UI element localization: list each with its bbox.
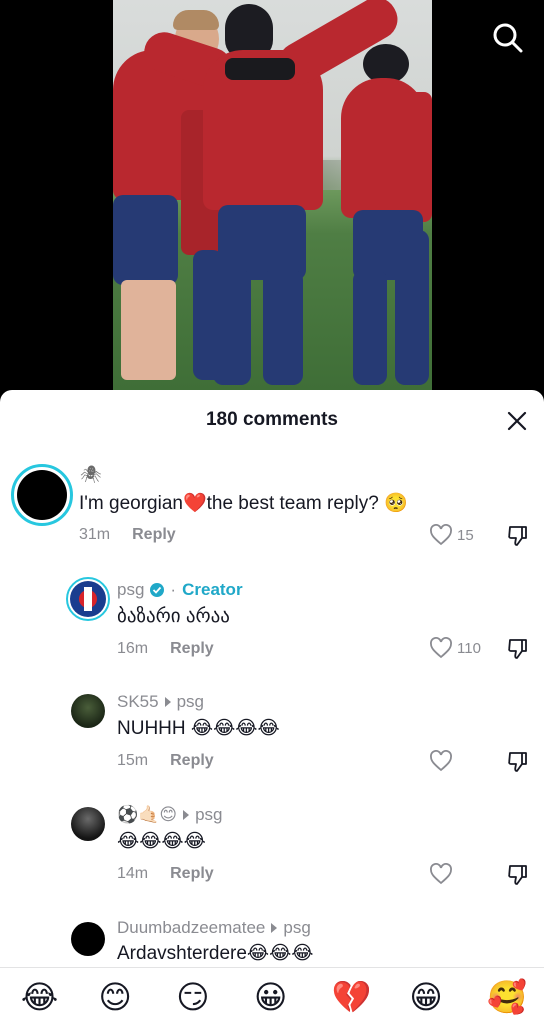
reply-button[interactable]: Reply xyxy=(170,752,214,770)
avatar[interactable] xyxy=(66,577,110,621)
player-figure xyxy=(113,0,432,390)
heart-icon xyxy=(430,750,452,772)
comments-panel: 180 comments 🕷 I'm georgian❤️the best te… xyxy=(0,390,544,1024)
comment-reply-item: psg · Creator ბაზარი არაა 16m Reply 110 xyxy=(0,575,544,675)
video-frame[interactable] xyxy=(113,0,432,390)
comment-text: I'm georgian❤️the best team reply? 🥺 xyxy=(79,493,408,514)
avatar[interactable] xyxy=(71,694,105,728)
reply-button[interactable]: Reply xyxy=(132,526,176,544)
comment-reply-item: Duumbadzeematee psg Ardavshterdere😂😂😂 xyxy=(0,914,544,974)
comment-text: ბაზარი არაა xyxy=(117,606,230,627)
heart-icon xyxy=(430,524,452,546)
reply-button[interactable]: Reply xyxy=(170,640,214,658)
reply-arrow-icon xyxy=(164,697,171,707)
comment-text: Ardavshterdere😂😂😂 xyxy=(117,943,314,964)
comment-username[interactable]: SK55 psg xyxy=(117,692,204,712)
avatar[interactable] xyxy=(71,807,105,841)
thumbs-down-icon[interactable] xyxy=(506,524,530,548)
comment-username[interactable]: psg · Creator xyxy=(117,580,243,600)
verified-icon xyxy=(150,583,165,597)
comments-count: 180 comments xyxy=(205,409,338,430)
comment-meta: 16m Reply xyxy=(117,640,214,658)
reply-arrow-icon xyxy=(183,810,190,820)
comment-item: 🕷 I'm georgian❤️the best team reply? 🥺 3… xyxy=(0,460,544,560)
like-button[interactable] xyxy=(429,750,453,772)
heart-icon xyxy=(430,863,452,885)
video-player[interactable] xyxy=(0,0,544,400)
comment-time: 31m xyxy=(79,526,111,543)
comment-meta: 31m Reply xyxy=(79,526,176,544)
comment-username[interactable]: ⚽🤙🏻😊 psg xyxy=(117,805,222,825)
avatar[interactable] xyxy=(71,922,105,956)
like-button[interactable]: 15 xyxy=(429,524,474,546)
comment-text: 😂😂😂😂 xyxy=(117,831,206,852)
avatar[interactable] xyxy=(11,464,73,526)
comment-time: 16m xyxy=(117,640,149,657)
search-icon[interactable] xyxy=(490,20,526,56)
emoji-smiling-button[interactable]: 😊 xyxy=(97,976,137,1016)
thumbs-down-icon[interactable] xyxy=(506,637,530,661)
emoji-grinning-button[interactable]: 😀 xyxy=(252,976,292,1016)
comment-reply-item: SK55 psg NUHHH 😂😂😂😂 15m Reply xyxy=(0,688,544,788)
emoji-broken-heart-button[interactable]: 💔 xyxy=(330,976,372,1016)
creator-badge: Creator xyxy=(182,580,243,599)
comment-username[interactable]: 🕷 xyxy=(80,465,102,485)
like-count: 110 xyxy=(457,639,481,657)
thumbs-down-icon[interactable] xyxy=(506,750,530,774)
comment-time: 15m xyxy=(117,752,149,769)
close-icon[interactable] xyxy=(506,410,528,432)
like-button[interactable] xyxy=(429,863,453,885)
comment-time: 14m xyxy=(117,865,149,882)
comment-reply-item: ⚽🤙🏻😊 psg 😂😂😂😂 14m Reply xyxy=(0,801,544,901)
comment-meta: 14m Reply xyxy=(117,865,214,883)
emoji-smirk-button[interactable]: 😏 xyxy=(174,976,214,1016)
emoji-smiling-hearts-button[interactable]: 🥰 xyxy=(485,976,527,1016)
comment-text: NUHHH 😂😂😂😂 xyxy=(117,718,280,739)
comment-username[interactable]: Duumbadzeematee psg xyxy=(117,918,311,938)
reply-arrow-icon xyxy=(271,923,278,933)
emoji-tears-of-joy-button[interactable]: 😂 xyxy=(19,976,59,1016)
thumbs-down-icon[interactable] xyxy=(506,863,530,887)
comments-header: 180 comments xyxy=(0,390,544,450)
like-button[interactable]: 110 xyxy=(429,637,481,659)
comment-meta: 15m Reply xyxy=(117,752,214,770)
heart-icon xyxy=(430,637,452,659)
like-count: 15 xyxy=(457,526,474,544)
emoji-quick-bar: 😂 😊 😏 😀 💔 😁 🥰 xyxy=(0,967,544,1024)
emoji-beaming-button[interactable]: 😁 xyxy=(407,976,447,1016)
reply-button[interactable]: Reply xyxy=(170,865,214,883)
